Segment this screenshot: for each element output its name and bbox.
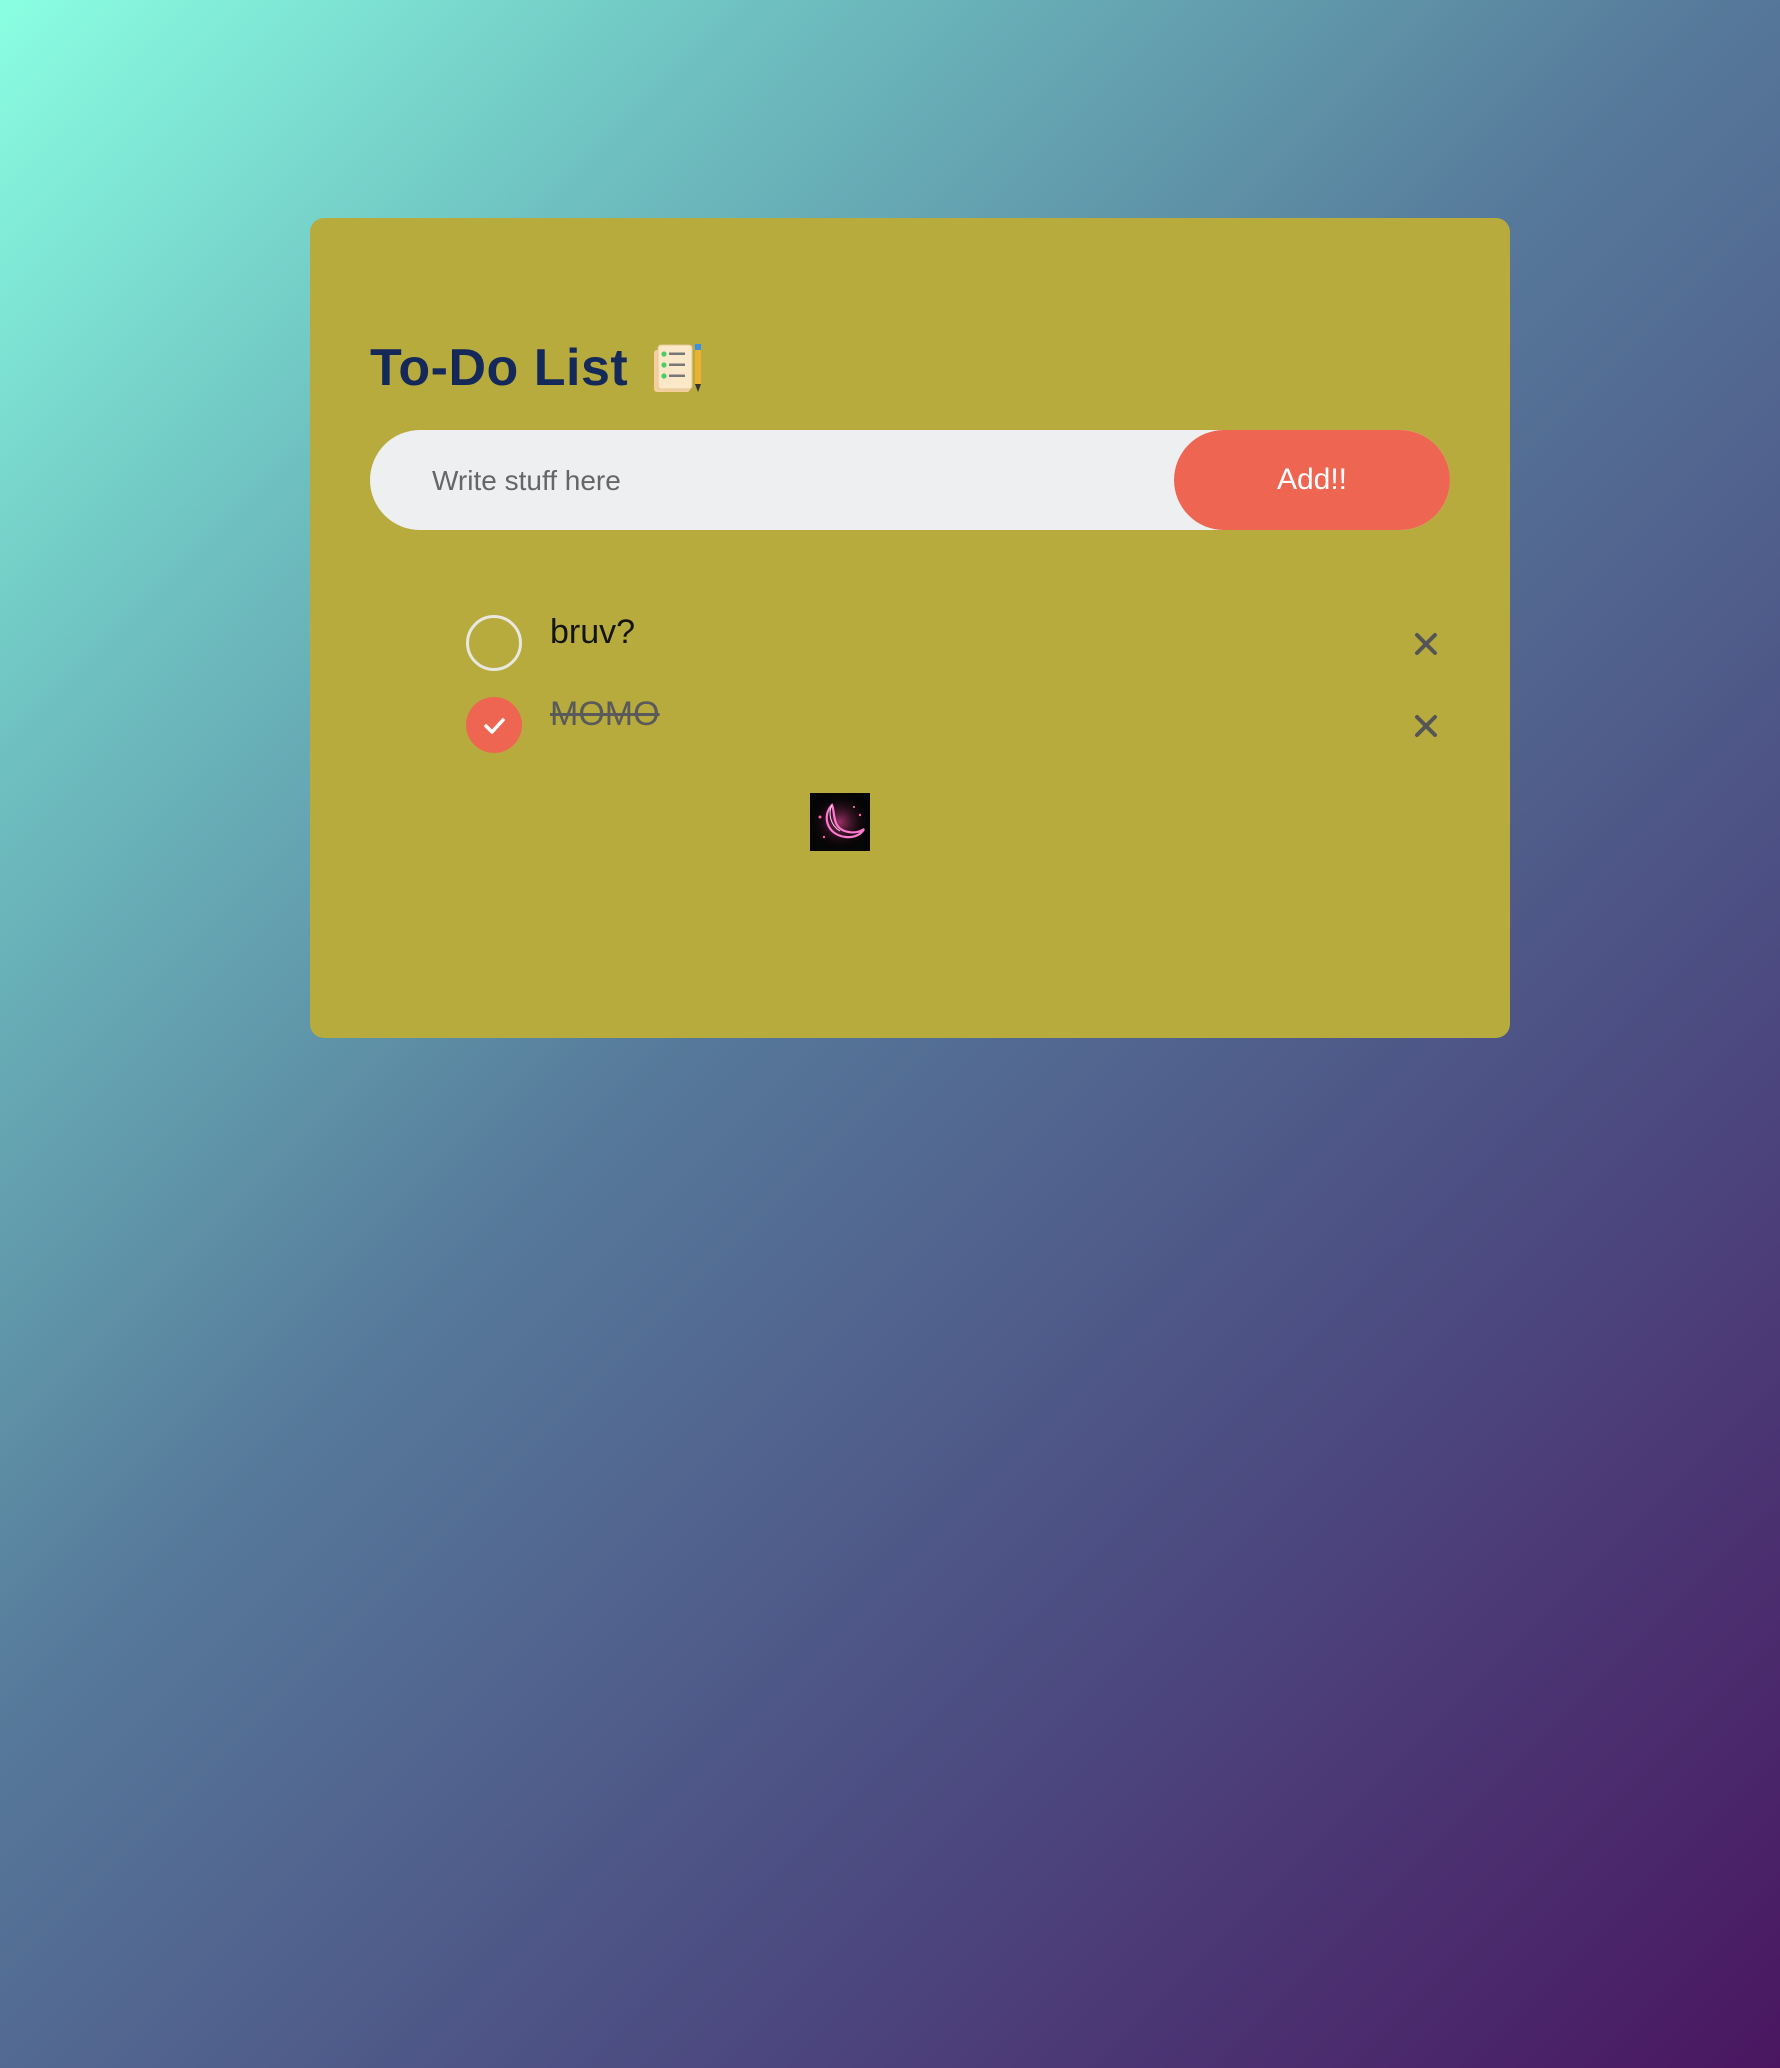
app-title: To-Do List [370,339,629,397]
task-list: bruv? MOMO [466,610,1446,774]
task-text[interactable]: bruv? [550,610,635,654]
add-button[interactable]: Add!! [1174,430,1450,530]
task-text[interactable]: MOMO [550,692,660,736]
close-icon[interactable] [1406,706,1446,746]
close-icon[interactable] [1406,624,1446,664]
add-task-row: Add!! [370,430,1450,532]
unchecked-circle-icon[interactable] [466,615,522,671]
todo-card: To-Do List Add!! bruv? [310,218,1510,1038]
notepad-checklist-icon [650,342,706,394]
task-input[interactable] [430,430,1154,532]
header: To-Do List [370,330,1450,406]
crescent-moon-neon-icon [810,793,870,851]
list-item[interactable]: bruv? [466,610,1446,692]
checked-circle-icon[interactable] [466,697,522,753]
list-item[interactable]: MOMO [466,692,1446,774]
